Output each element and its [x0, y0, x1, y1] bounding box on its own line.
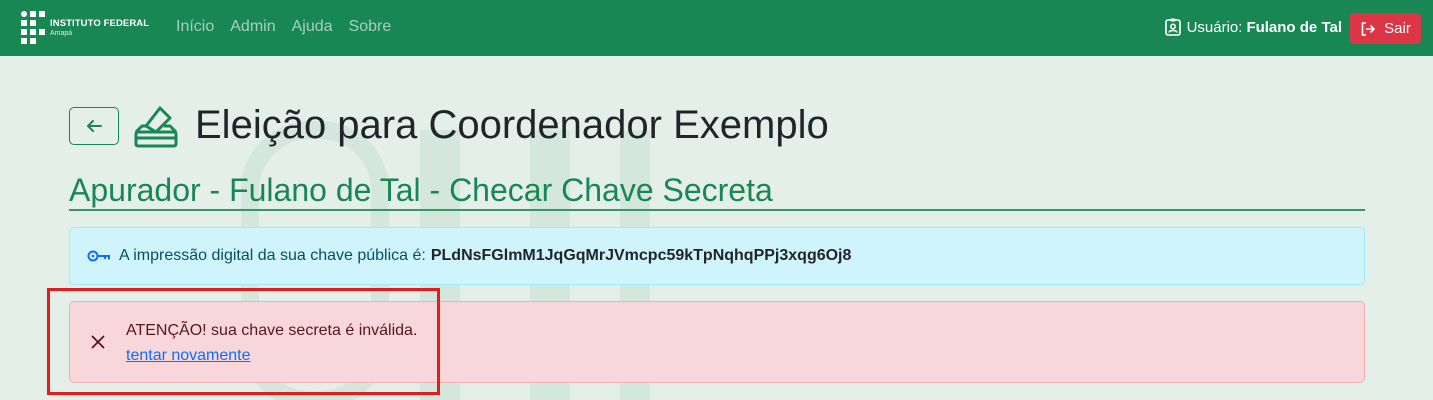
- ballot-box-icon: [134, 106, 178, 148]
- key-fingerprint: PLdNsFGlmM1JqGqMrJVmcpc59kTpNqhqPPj3xqg6…: [430, 247, 852, 264]
- page-subtitle: Apurador - Fulano de Tal - Checar Chave …: [69, 172, 773, 208]
- nav-item-sobre[interactable]: Sobre: [349, 18, 392, 36]
- brand-logo[interactable]: INSTITUTO FEDERAL Amapá: [21, 11, 149, 45]
- info-alert-text: A impressão digital da sua chave pública…: [119, 247, 426, 264]
- info-alert: A impressão digital da sua chave pública…: [69, 227, 1365, 285]
- nav-menu: Início Admin Ajuda Sobre: [176, 18, 407, 36]
- nav-item-inicio[interactable]: Início: [176, 18, 214, 36]
- arrow-left-icon: [87, 120, 102, 132]
- user-name: Fulano de Tal: [1246, 18, 1342, 36]
- key-icon: [87, 250, 110, 262]
- highlight-box: [47, 288, 440, 395]
- back-button[interactable]: [69, 107, 119, 145]
- brand-name: INSTITUTO FEDERAL: [50, 17, 150, 29]
- if-logo-icon: [21, 11, 45, 45]
- logout-button[interactable]: Sair: [1350, 13, 1421, 44]
- top-navbar: INSTITUTO FEDERAL Amapá Início Admin Aju…: [0, 0, 1433, 56]
- nav-item-ajuda[interactable]: Ajuda: [292, 18, 333, 36]
- logout-label: Sair: [1384, 20, 1411, 37]
- user-badge-icon: [1164, 18, 1181, 36]
- brand-campus: Amapá: [50, 30, 73, 38]
- divider: [69, 209, 1365, 211]
- user-info: Usuário: Fulano de Tal: [1164, 18, 1342, 36]
- nav-item-admin[interactable]: Admin: [230, 18, 275, 36]
- user-prefix: Usuário:: [1186, 18, 1243, 36]
- page-title: Eleição para Coordenador Exemplo: [195, 103, 829, 147]
- logout-icon: [1361, 21, 1376, 36]
